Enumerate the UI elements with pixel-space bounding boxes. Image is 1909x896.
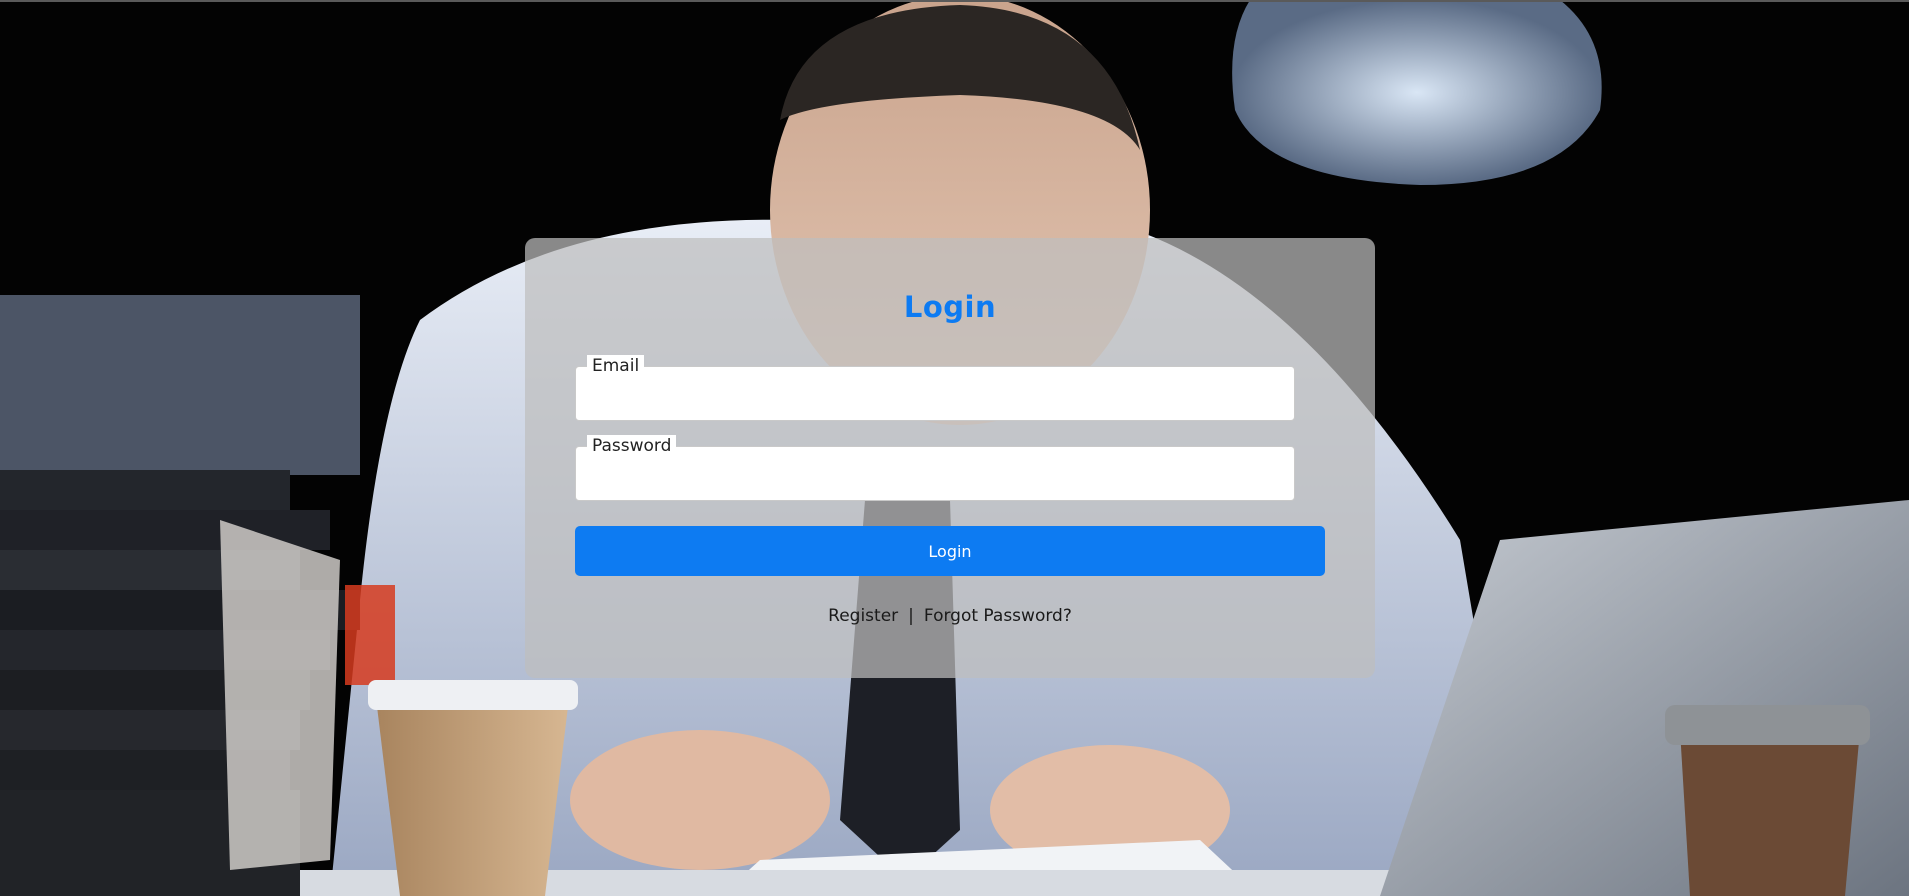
auth-links: Register | Forgot Password? — [525, 606, 1375, 626]
login-page: Login Email Password Login Register | Forg… — [0, 0, 1909, 896]
email-field[interactable]: Email — [575, 355, 1295, 421]
login-card: Login Email Password Login Register | Forg… — [525, 238, 1375, 678]
register-link[interactable]: Register — [828, 606, 898, 626]
forgot-password-link[interactable]: Forgot Password? — [924, 606, 1072, 626]
password-field[interactable]: Password — [575, 435, 1295, 501]
page-title: Login — [903, 290, 997, 324]
login-button[interactable]: Login — [575, 526, 1325, 576]
link-separator: | — [908, 606, 914, 626]
password-input[interactable] — [576, 447, 1294, 500]
top-border — [0, 0, 1909, 2]
email-input[interactable] — [576, 367, 1294, 420]
